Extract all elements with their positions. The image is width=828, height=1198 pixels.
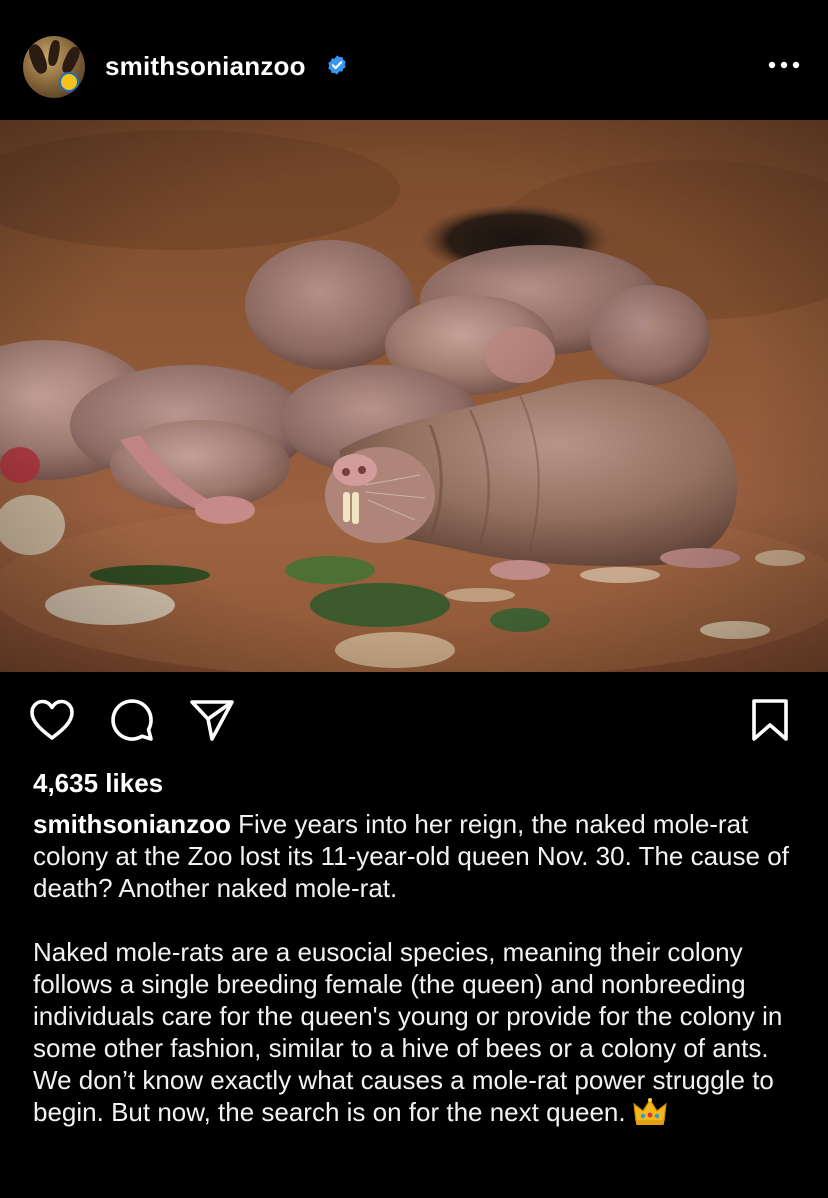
caption-username[interactable]: smithsonianzoo — [33, 809, 231, 839]
more-options-icon[interactable] — [764, 55, 804, 75]
likes-count[interactable]: 4,635 likes — [33, 767, 163, 799]
heart-icon[interactable] — [28, 697, 76, 743]
bookmark-icon[interactable] — [748, 697, 792, 743]
zoo-logo-badge — [59, 72, 79, 92]
paper-plane-icon[interactable] — [188, 697, 236, 743]
comment-icon[interactable] — [108, 696, 156, 744]
profile-avatar[interactable] — [23, 36, 85, 98]
caption-paragraph: smithsonianzoo Five years into her reign… — [33, 808, 803, 904]
crown-emoji-icon — [633, 1098, 667, 1125]
caption-text: Naked mole-rats are a eusocial species, … — [33, 937, 783, 1127]
post-username[interactable]: smithsonianzoo — [105, 50, 306, 82]
post-header: smithsonianzoo — [0, 0, 828, 120]
post-caption: smithsonianzoo Five years into her reign… — [33, 808, 803, 1128]
caption-paragraph: Naked mole-rats are a eusocial species, … — [33, 936, 803, 1128]
post-photo[interactable] — [0, 120, 828, 672]
verified-badge-icon — [328, 55, 346, 75]
